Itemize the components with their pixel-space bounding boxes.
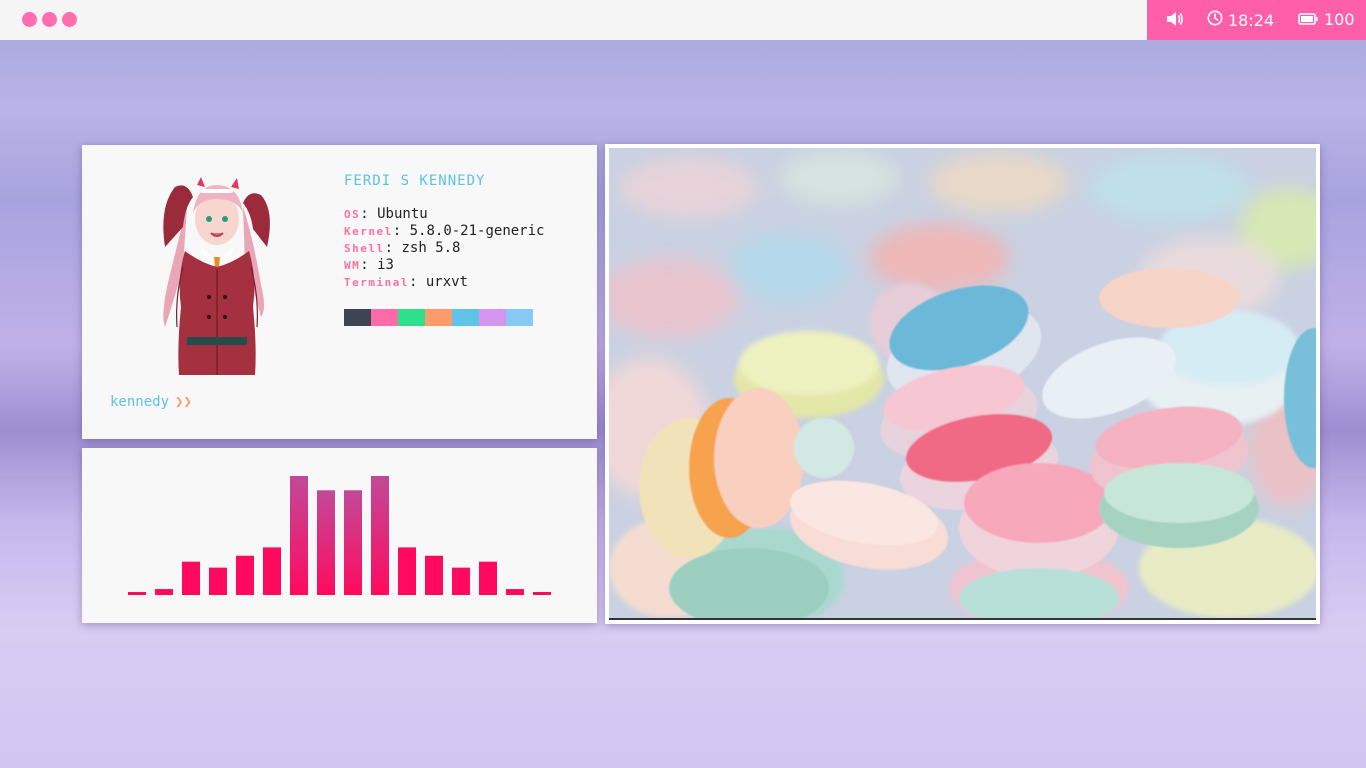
shell-label: Shell: [344, 242, 385, 255]
shell-value: zsh 5.8: [401, 240, 461, 256]
visualizer-bar-15: [506, 589, 524, 595]
palette-swatch-1: [344, 309, 371, 326]
visualizer-bar-14: [479, 561, 497, 595]
terminal-label: Terminal: [344, 276, 409, 289]
workspace-dot-1[interactable]: [22, 12, 37, 27]
wm-row: WM: i3: [344, 257, 394, 273]
visualizer-bar-12: [425, 555, 443, 595]
candy-photo: [609, 148, 1316, 620]
visualizer-bar-5: [236, 555, 254, 595]
visualizer-bar-7: [290, 476, 308, 595]
top-bar: 18:24 100: [0, 0, 1366, 40]
terminal-value: urxvt: [425, 274, 468, 290]
kernel-row: Kernel: 5.8.0-21-generic: [344, 223, 545, 239]
palette-swatch-7: [506, 309, 533, 326]
visualizer-bar-11: [398, 547, 416, 595]
color-palette: [344, 309, 533, 326]
clock[interactable]: 18:24: [1207, 10, 1274, 30]
battery[interactable]: 100: [1298, 10, 1355, 29]
avatar: [163, 177, 270, 375]
kernel-value: 5.8.0-21-generic: [409, 223, 545, 239]
palette-swatch-5: [452, 309, 479, 326]
visualizer-bar-4: [209, 567, 227, 595]
prompt-user: kennedy: [110, 394, 170, 410]
kernel-label: Kernel: [344, 225, 393, 238]
visualizer-bar-2: [155, 589, 173, 595]
prompt-arrow: ❯❯: [175, 394, 192, 410]
speaker-icon[interactable]: [1166, 11, 1184, 31]
wallpaper-preview-card: [605, 144, 1320, 624]
wm-label: WM: [344, 259, 361, 272]
workspace-dot-3[interactable]: [62, 12, 77, 27]
visualizer-bar-16: [533, 592, 551, 595]
audio-visualizer-card: [82, 448, 597, 623]
user-name: FERDI S KENNEDY: [344, 173, 486, 189]
palette-swatch-3: [398, 309, 425, 326]
wm-value: i3: [377, 257, 394, 273]
sysinfo-card: FERDI S KENNEDY OS: Ubuntu Kernel: 5.8.0…: [82, 145, 597, 439]
shell-prompt[interactable]: kennedy ❯❯: [110, 394, 192, 410]
shell-row: Shell: zsh 5.8: [344, 240, 461, 256]
system-info: OS: Ubuntu Kernel: 5.8.0-21-generic Shel…: [344, 206, 544, 291]
audio-visualizer: [128, 476, 551, 595]
palette-swatch-2: [371, 309, 398, 326]
os-label: OS: [344, 208, 361, 221]
battery-icon: [1298, 10, 1318, 29]
visualizer-bar-1: [128, 592, 146, 595]
palette-swatch-6: [479, 309, 506, 326]
status-area: 18:24 100: [1147, 0, 1366, 40]
os-row: OS: Ubuntu: [344, 206, 428, 222]
terminal-row: Terminal: urxvt: [344, 274, 468, 290]
visualizer-bar-9: [344, 490, 362, 595]
palette-swatch-4: [425, 309, 452, 326]
visualizer-bar-10: [371, 476, 389, 595]
visualizer-bar-3: [182, 561, 200, 595]
visualizer-bar-8: [317, 490, 335, 595]
workspace-indicators: [22, 12, 77, 27]
clock-icon: [1207, 10, 1223, 30]
clock-time: 18:24: [1228, 10, 1275, 30]
os-value: Ubuntu: [377, 206, 428, 222]
visualizer-bar-6: [263, 547, 281, 595]
visualizer-bar-13: [452, 567, 470, 595]
battery-level: 100: [1324, 10, 1355, 29]
workspace-dot-2[interactable]: [42, 12, 57, 27]
